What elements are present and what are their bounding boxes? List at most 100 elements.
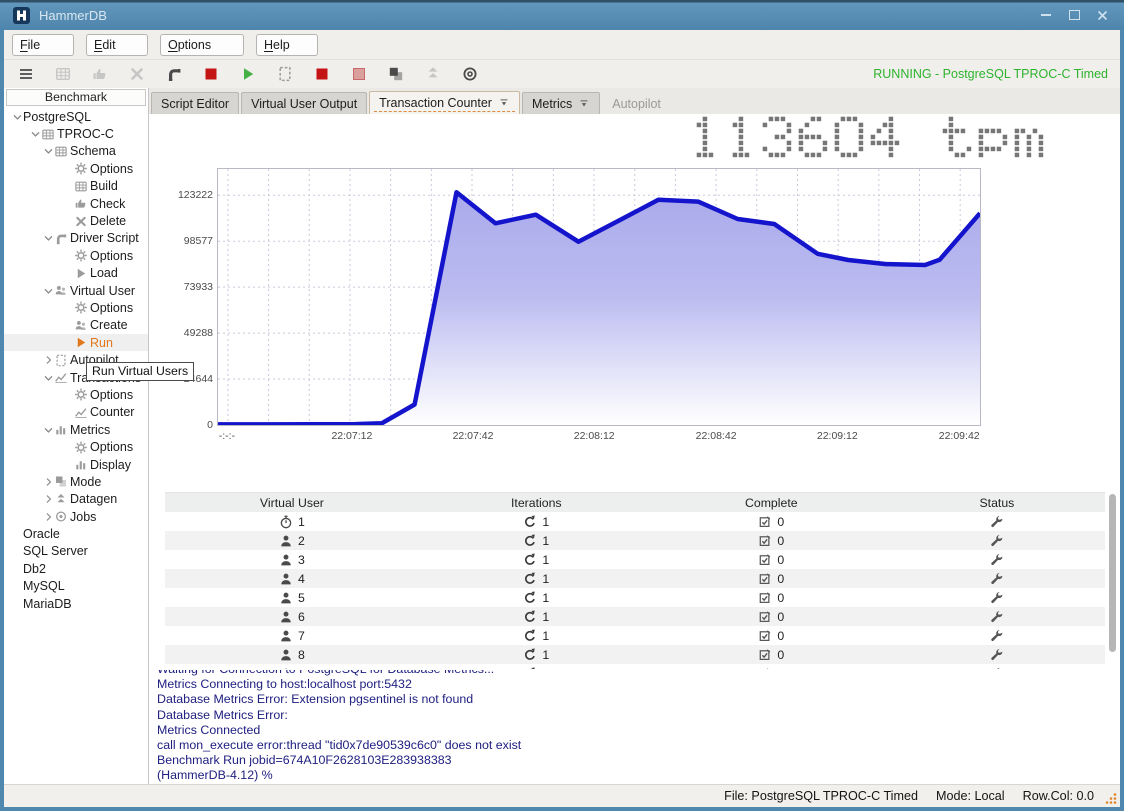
expander-spacer: [63, 320, 74, 330]
expander-spacer: [63, 181, 74, 191]
tree-item-create[interactable]: Create: [4, 317, 148, 334]
tree-item-options[interactable]: Options: [4, 160, 148, 177]
table-row[interactable]: 6 1 0: [165, 607, 1105, 626]
expander-right-icon[interactable]: [43, 477, 54, 487]
autopilot-icon[interactable]: [277, 66, 293, 82]
column-header-status[interactable]: Status: [889, 496, 1105, 510]
expander-down-icon[interactable]: [12, 112, 23, 122]
options-icon: [74, 441, 88, 454]
console-log[interactable]: Waiting for Connection to PostgreSQL for…: [157, 670, 1106, 784]
load-icon: [74, 267, 88, 280]
tab-collapse-icon[interactable]: [579, 99, 590, 109]
titlebar[interactable]: HammerDB: [0, 0, 1124, 30]
tab-virtual-user-output[interactable]: Virtual User Output: [241, 92, 367, 114]
tree-item-virtual-user[interactable]: Virtual User: [4, 282, 148, 299]
build-schema-icon[interactable]: [55, 66, 71, 82]
vu-cell: 3: [165, 553, 419, 567]
tree-item-load[interactable]: Load: [4, 265, 148, 282]
complete-cell: 0: [654, 610, 889, 624]
status-cell: [889, 591, 1105, 605]
tree-item-db2[interactable]: Db2: [4, 560, 148, 577]
tree-item-oracle[interactable]: Oracle: [4, 525, 148, 542]
vu-cell: 9: [165, 667, 419, 670]
load-driver-script-icon[interactable]: [166, 66, 182, 82]
vu-cell: 2: [165, 534, 419, 548]
tree-item-mode[interactable]: Mode: [4, 473, 148, 490]
tab-transaction-counter[interactable]: Transaction Counter: [369, 91, 520, 114]
expander-spacer: [63, 303, 74, 313]
tree-item-driver-script[interactable]: Driver Script: [4, 230, 148, 247]
mode-icon[interactable]: [388, 66, 404, 82]
delete-schema-icon[interactable]: [129, 66, 145, 82]
menu-file[interactable]: File: [12, 34, 74, 56]
stop-transactions-icon[interactable]: [203, 66, 219, 82]
tree-item-check[interactable]: Check: [4, 195, 148, 212]
table-row[interactable]: 7 1 0: [165, 626, 1105, 645]
maximize-button[interactable]: [1066, 7, 1082, 23]
table-row[interactable]: 9 1 0: [165, 664, 1105, 669]
minimize-button[interactable]: [1038, 7, 1054, 23]
close-button[interactable]: [1094, 7, 1110, 23]
expander-down-icon[interactable]: [43, 233, 54, 243]
table-scrollbar[interactable]: [1109, 494, 1117, 666]
tree-item-postgresql[interactable]: PostgreSQL: [4, 108, 148, 125]
stop-virtual-users-icon[interactable]: [314, 66, 330, 82]
tree-item-tproc-c[interactable]: TPROC-C: [4, 125, 148, 142]
tree-item-delete[interactable]: Delete: [4, 212, 148, 229]
tree-item-build[interactable]: Build: [4, 178, 148, 195]
vu-cell: 7: [165, 629, 419, 643]
resize-grip[interactable]: [1105, 792, 1118, 805]
stop-all-icon[interactable]: [351, 66, 367, 82]
column-header-iterations[interactable]: Iterations: [419, 496, 654, 510]
tree-item-options[interactable]: Options: [4, 386, 148, 403]
tree-item-metrics[interactable]: Metrics: [4, 421, 148, 438]
column-header-complete[interactable]: Complete: [654, 496, 889, 510]
tab-metrics[interactable]: Metrics: [522, 92, 600, 114]
tree-item-sql-server[interactable]: SQL Server: [4, 543, 148, 560]
tree-item-options[interactable]: Options: [4, 299, 148, 316]
tree-item-counter[interactable]: Counter: [4, 404, 148, 421]
expander-right-icon[interactable]: [43, 512, 54, 522]
table-row[interactable]: 1 1 0: [165, 512, 1105, 531]
expander-down-icon[interactable]: [43, 286, 54, 296]
tab-collapse-icon[interactable]: [499, 98, 510, 108]
tree-item-schema[interactable]: Schema: [4, 143, 148, 160]
run-virtual-users-icon[interactable]: [240, 66, 256, 82]
expander-spacer: [63, 338, 74, 348]
expander-down-icon[interactable]: [43, 373, 54, 383]
tree-item-datagen[interactable]: Datagen: [4, 491, 148, 508]
tree-item-display[interactable]: Display: [4, 456, 148, 473]
table-row[interactable]: 5 1 0: [165, 588, 1105, 607]
menu-icon[interactable]: [18, 66, 34, 82]
table-row[interactable]: 8 1 0: [165, 645, 1105, 664]
tab-label: Autopilot: [612, 97, 661, 111]
tree-item-mysql[interactable]: MySQL: [4, 578, 148, 595]
datagen-icon: [54, 493, 68, 506]
tree-item-run[interactable]: Run: [4, 334, 148, 351]
table-row[interactable]: 3 1 0: [165, 550, 1105, 569]
menu-help[interactable]: Help: [256, 34, 318, 56]
column-header-virtual-user[interactable]: Virtual User: [165, 496, 419, 510]
datagen-icon[interactable]: [425, 66, 441, 82]
menu-options[interactable]: Options: [160, 34, 244, 56]
tab-autopilot[interactable]: Autopilot: [602, 92, 671, 114]
tree-item-mariadb[interactable]: MariaDB: [4, 595, 148, 612]
menu-edit[interactable]: Edit: [86, 34, 148, 56]
expander-spacer: [63, 164, 74, 174]
table-row[interactable]: 2 1 0: [165, 531, 1105, 550]
expander-down-icon[interactable]: [43, 425, 54, 435]
expander-down-icon[interactable]: [43, 146, 54, 156]
hammerdb-window: HammerDB FileEditOptionsHelp RUNNING - P…: [0, 0, 1124, 811]
tab-script-editor[interactable]: Script Editor: [151, 92, 239, 114]
expander-right-icon[interactable]: [43, 355, 54, 365]
tree-item-options[interactable]: Options: [4, 247, 148, 264]
check-schema-icon[interactable]: [92, 66, 108, 82]
statusbar: File: PostgreSQL TPROC-C Timed Mode: Loc…: [4, 784, 1120, 807]
expander-down-icon[interactable]: [30, 129, 41, 139]
expander-right-icon[interactable]: [43, 494, 54, 504]
tree-item-options[interactable]: Options: [4, 438, 148, 455]
table-row[interactable]: 4 1 0: [165, 569, 1105, 588]
scrollbar-thumb[interactable]: [1109, 494, 1116, 652]
tree-item-jobs[interactable]: Jobs: [4, 508, 148, 525]
jobs-icon[interactable]: [462, 66, 478, 82]
